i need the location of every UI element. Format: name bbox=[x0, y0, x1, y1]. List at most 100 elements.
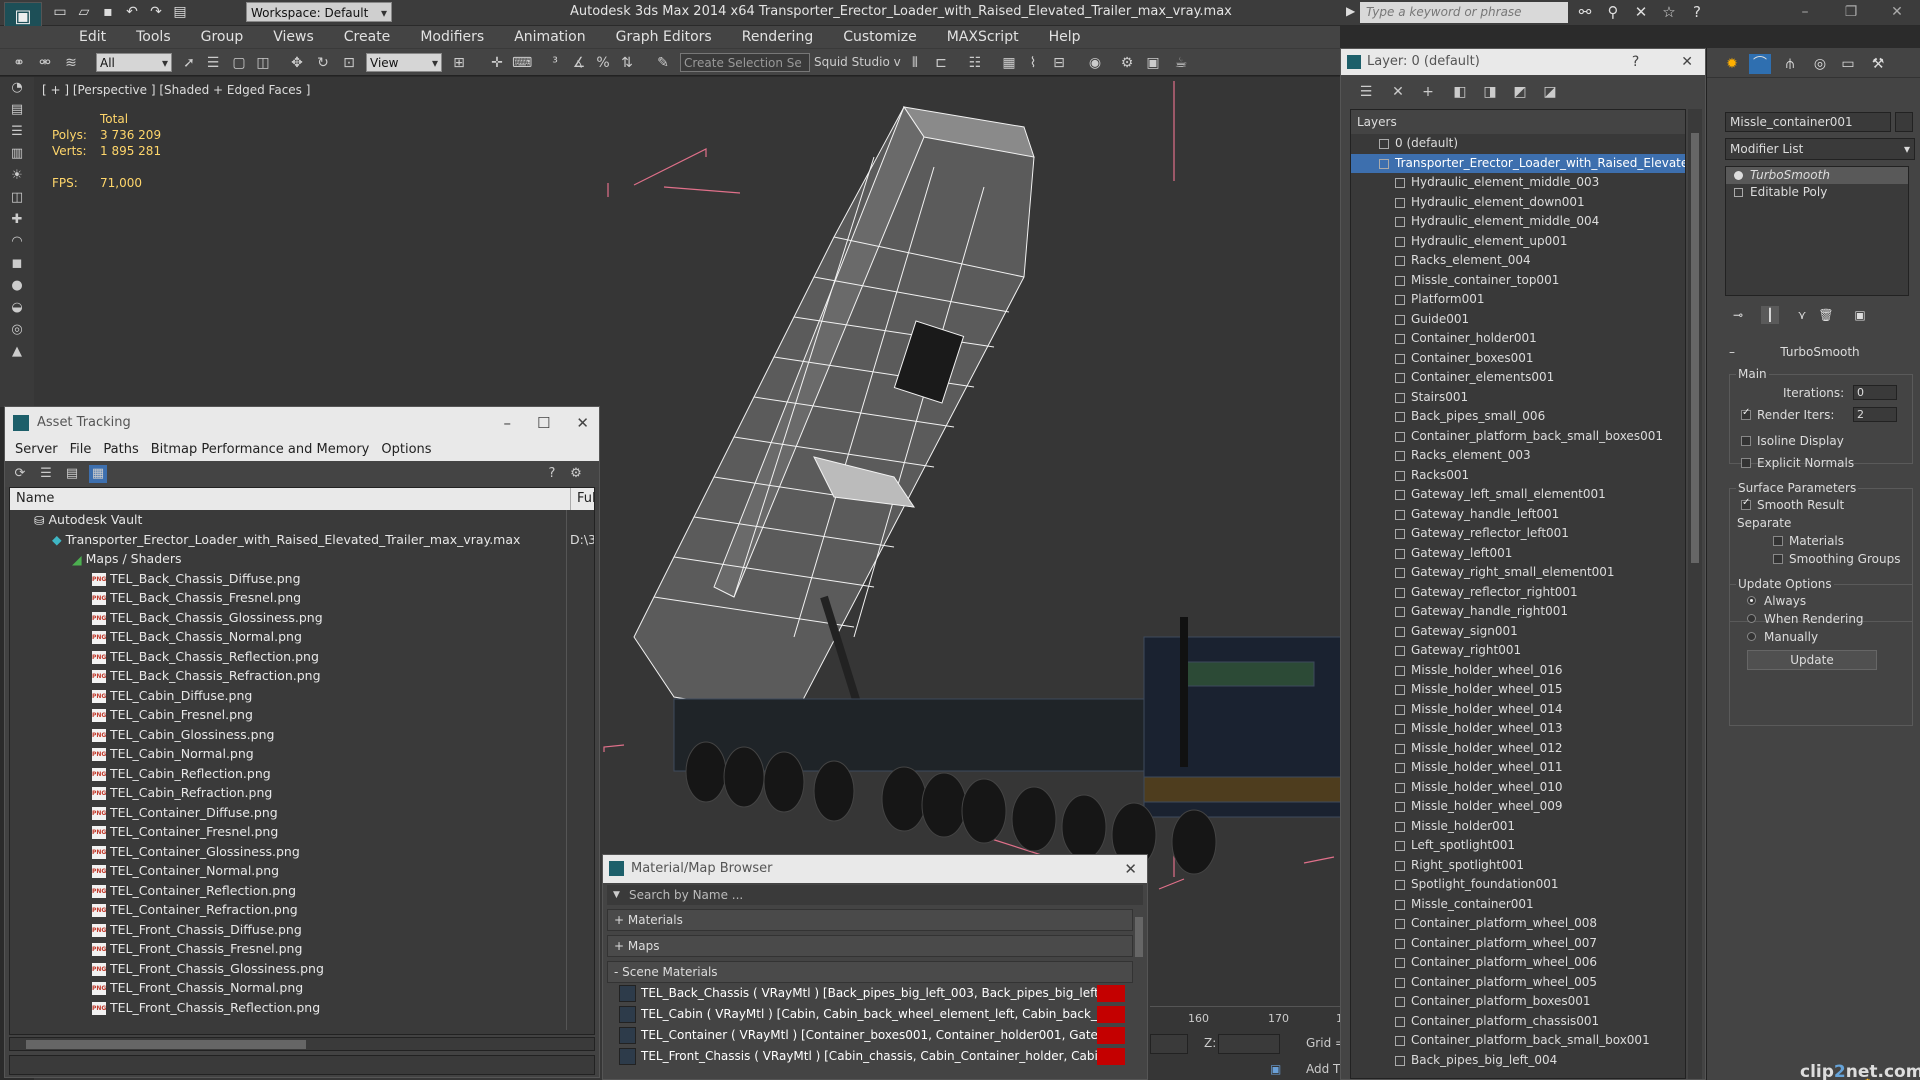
object-row[interactable]: Platform001 bbox=[1351, 290, 1685, 310]
menu-modifiers[interactable]: Modifiers bbox=[405, 26, 499, 48]
expand-icon[interactable] bbox=[1734, 188, 1743, 197]
map-file-row[interactable]: PNG TEL_Back_Chassis_Reflection.png bbox=[10, 647, 594, 667]
schematic-view-icon[interactable]: ⊟ bbox=[1050, 54, 1068, 72]
object-row[interactable]: Guide001 bbox=[1351, 310, 1685, 330]
menu-paths[interactable]: Paths bbox=[99, 439, 146, 461]
select-object-icon[interactable]: ➚ bbox=[180, 54, 198, 72]
material-scrollbar[interactable] bbox=[1135, 917, 1143, 957]
stack-turbosmooth[interactable]: TurboSmooth bbox=[1726, 167, 1908, 184]
layer-row[interactable]: 0 (default) bbox=[1351, 134, 1685, 154]
layer-row[interactable]: Transporter_Erector_Loader_with_Raised_E… bbox=[1351, 153, 1685, 173]
object-row[interactable]: Missle_container_top001 bbox=[1351, 271, 1685, 291]
map-file-row[interactable]: PNG TEL_Cabin_Refraction.png bbox=[10, 783, 594, 803]
layer-icon[interactable]: ▤ bbox=[0, 99, 34, 121]
add-time-tag[interactable]: Add T bbox=[1306, 1062, 1340, 1076]
list-icon[interactable]: ☰ bbox=[0, 121, 34, 143]
smooth-result-row[interactable]: Smooth Result bbox=[1741, 497, 1844, 512]
stack-editable-poly[interactable]: Editable Poly bbox=[1726, 184, 1908, 201]
scrollbar-thumb[interactable] bbox=[26, 1040, 306, 1049]
section-materials[interactable]: + Materials bbox=[607, 909, 1133, 931]
when-rendering-radio[interactable] bbox=[1747, 614, 1756, 623]
menu-create[interactable]: Create bbox=[329, 26, 406, 48]
highlight-layer-icon[interactable]: ◩ bbox=[1511, 83, 1529, 101]
section-maps[interactable]: + Maps bbox=[607, 935, 1133, 957]
mirror-icon[interactable]: ⫴ bbox=[906, 54, 924, 72]
section-scene-materials[interactable]: - Scene Materials bbox=[607, 961, 1133, 983]
refresh-icon[interactable]: ⟳ bbox=[11, 465, 29, 483]
manually-row[interactable]: Manually bbox=[1747, 630, 1818, 644]
map-file-row[interactable]: PNG TEL_Container_Normal.png bbox=[10, 861, 594, 881]
motion-tab-icon[interactable]: ◎ bbox=[1809, 54, 1831, 74]
object-row[interactable]: Container_elements001 bbox=[1351, 368, 1685, 388]
menu-help[interactable]: Help bbox=[1034, 26, 1096, 48]
workspace-dropdown[interactable]: Workspace: Default bbox=[246, 2, 392, 23]
maps-folder-row[interactable]: ◢ Maps / Shaders bbox=[10, 549, 594, 569]
shape-icon[interactable]: ◠ bbox=[0, 231, 34, 253]
scene-material-item[interactable]: TEL_Cabin ( VRayMtl ) [Cabin, Cabin_back… bbox=[617, 1004, 1125, 1025]
pivot-center-icon[interactable]: ⊞ bbox=[450, 54, 468, 72]
layer-scrollbar[interactable] bbox=[1688, 109, 1702, 1079]
object-row[interactable]: Right_spotlight001 bbox=[1351, 856, 1685, 876]
menu-group[interactable]: Group bbox=[186, 26, 259, 48]
object-row[interactable]: Hydraulic_element_up001 bbox=[1351, 232, 1685, 252]
geometry-icon[interactable]: ◼ bbox=[0, 253, 34, 275]
modify-tab-icon[interactable]: ⌒ bbox=[1749, 54, 1771, 74]
smoothing-groups-row[interactable]: Smoothing Groups bbox=[1773, 552, 1900, 566]
menu-views[interactable]: Views bbox=[258, 26, 329, 48]
next-frame-icon[interactable]: ▶▶ bbox=[1735, 1076, 1753, 1080]
named-selection-set[interactable]: Create Selection Se bbox=[680, 53, 810, 72]
edit-named-sets-icon[interactable]: ✎ bbox=[654, 54, 672, 72]
graphite-ribbon-icon[interactable]: ▦ bbox=[1000, 54, 1018, 72]
map-file-row[interactable]: PNG TEL_Container_Refraction.png bbox=[10, 900, 594, 920]
configure-modifier-sets-icon[interactable]: ▣ bbox=[1851, 306, 1869, 324]
object-color-swatch[interactable] bbox=[1895, 112, 1913, 132]
menu-options[interactable]: Options bbox=[377, 439, 439, 461]
close-icon[interactable]: ✕ bbox=[576, 407, 589, 439]
help-icon[interactable]: ? bbox=[1688, 3, 1706, 21]
rectangular-selection-icon[interactable]: ▢ bbox=[230, 54, 248, 72]
new-file-icon[interactable]: ▭ bbox=[52, 3, 68, 21]
menu-graph-editors[interactable]: Graph Editors bbox=[601, 26, 727, 48]
scrollbar-thumb[interactable] bbox=[1691, 133, 1699, 563]
menu-animation[interactable]: Animation bbox=[499, 26, 600, 48]
menu-server[interactable]: Server bbox=[11, 439, 66, 461]
camera-icon[interactable]: ◫ bbox=[0, 187, 34, 209]
iterations-spinner[interactable]: 0 bbox=[1853, 385, 1897, 400]
utilities-tab-icon[interactable]: ⚒ bbox=[1867, 54, 1889, 74]
smooth-result-checkbox[interactable] bbox=[1741, 497, 1751, 510]
isoline-row[interactable]: Isoline Display bbox=[1741, 434, 1844, 448]
object-row[interactable]: Container_platform_wheel_007 bbox=[1351, 934, 1685, 954]
scene-material-item[interactable]: TEL_Container ( VRayMtl ) [Container_box… bbox=[617, 1025, 1125, 1046]
rotate-icon[interactable]: ↻ bbox=[314, 54, 332, 72]
end-icon[interactable]: ⏭ bbox=[1759, 1076, 1777, 1080]
object-row[interactable]: Missle_holder_wheel_014 bbox=[1351, 700, 1685, 720]
object-row[interactable]: Container_holder001 bbox=[1351, 329, 1685, 349]
object-row[interactable]: Container_platform_chassis001 bbox=[1351, 1012, 1685, 1032]
binoculars-icon[interactable]: ⚯ bbox=[1576, 3, 1594, 21]
horizontal-scrollbar[interactable] bbox=[9, 1037, 595, 1051]
object-row[interactable]: Missle_holder001 bbox=[1351, 817, 1685, 837]
menu-tools[interactable]: Tools bbox=[121, 26, 186, 48]
link-icon[interactable]: ⚭ bbox=[10, 54, 28, 72]
select-layer-objects-icon[interactable]: ◨ bbox=[1481, 83, 1499, 101]
object-row[interactable]: Gateway_reflector_right001 bbox=[1351, 583, 1685, 603]
object-row[interactable]: Racks_element_003 bbox=[1351, 446, 1685, 466]
map-file-row[interactable]: PNG TEL_Cabin_Glossiness.png bbox=[10, 725, 594, 745]
object-row[interactable]: Hydraulic_element_down001 bbox=[1351, 193, 1685, 213]
settings-icon[interactable]: ⚙ bbox=[567, 465, 585, 483]
thumbnail-icon[interactable]: ▤ bbox=[63, 465, 81, 483]
map-file-row[interactable]: PNG TEL_Back_Chassis_Glossiness.png bbox=[10, 608, 594, 628]
object-row[interactable]: Gateway_handle_left001 bbox=[1351, 505, 1685, 525]
bind-space-warp-icon[interactable]: ≋ bbox=[62, 54, 80, 72]
menu-maxscript[interactable]: MAXScript bbox=[932, 26, 1034, 48]
object-row[interactable]: Stairs001 bbox=[1351, 388, 1685, 408]
object-row[interactable]: Gateway_reflector_left001 bbox=[1351, 524, 1685, 544]
map-file-row[interactable]: PNG TEL_Cabin_Reflection.png bbox=[10, 764, 594, 784]
column-name[interactable]: Name bbox=[16, 488, 54, 510]
object-row[interactable]: Hydraulic_element_middle_003 bbox=[1351, 173, 1685, 193]
map-file-row[interactable]: PNG TEL_Front_Chassis_Fresnel.png bbox=[10, 939, 594, 959]
object-row[interactable]: Gateway_left_small_element001 bbox=[1351, 485, 1685, 505]
object-row[interactable]: Missle_holder_wheel_009 bbox=[1351, 797, 1685, 817]
teapot-icon[interactable]: ◒ bbox=[0, 297, 34, 319]
object-row[interactable]: Missle_container001 bbox=[1351, 895, 1685, 915]
